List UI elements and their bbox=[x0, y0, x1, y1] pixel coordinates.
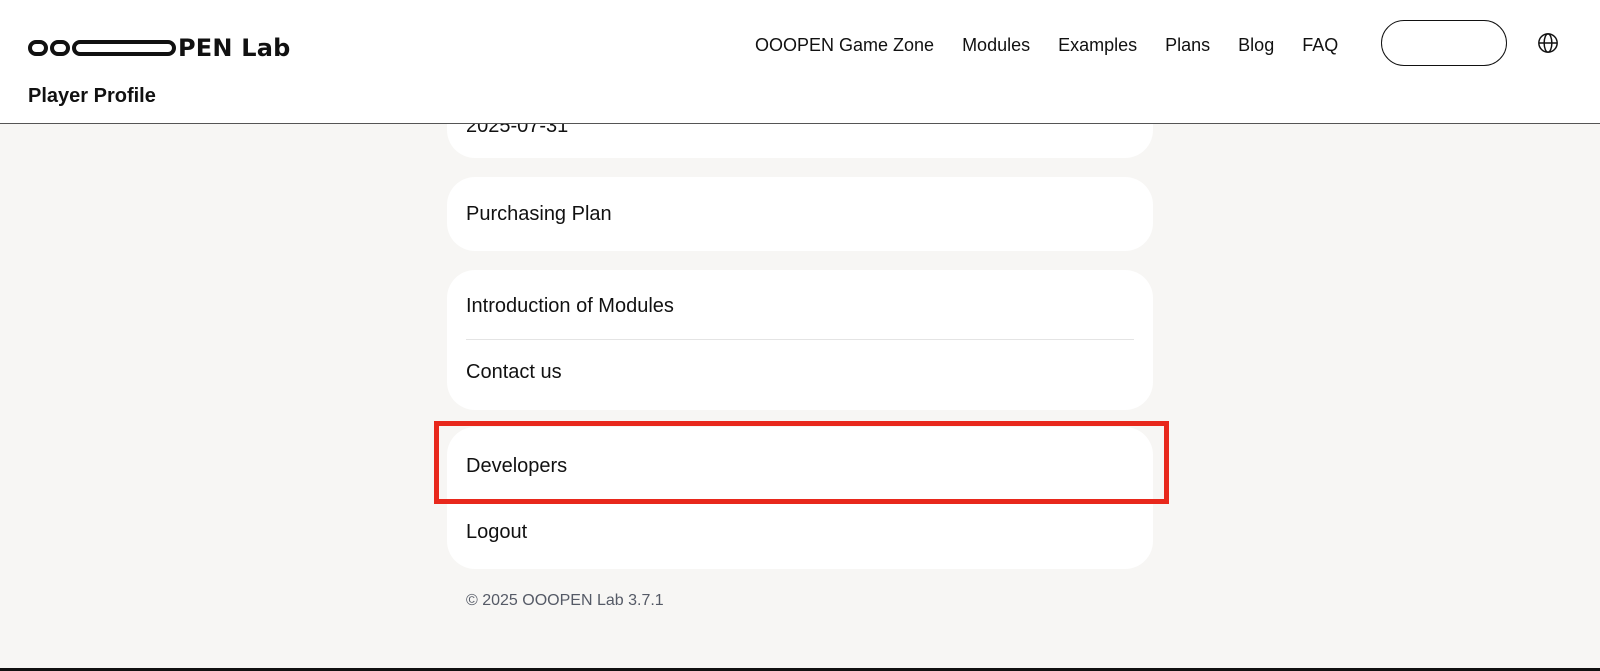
nav-blog[interactable]: Blog bbox=[1238, 33, 1274, 57]
nav-faq[interactable]: FAQ bbox=[1302, 33, 1338, 57]
purchasing-plan-link[interactable]: Purchasing Plan bbox=[466, 202, 612, 226]
top-header: PEN Lab Player Profile OOOPEN Game Zone … bbox=[0, 0, 1600, 124]
introduction-of-modules-link[interactable]: Introduction of Modules bbox=[466, 294, 674, 318]
account-card: Developers Logout bbox=[447, 427, 1153, 569]
divider bbox=[466, 339, 1134, 340]
copyright-text: © 2025 OOOPEN Lab 3.7.1 bbox=[466, 592, 664, 609]
main-nav: OOOPEN Game Zone Modules Examples Plans … bbox=[755, 33, 1366, 57]
logout-link[interactable]: Logout bbox=[466, 520, 527, 544]
nav-game-zone[interactable]: OOOPEN Game Zone bbox=[755, 33, 934, 57]
nav-examples[interactable]: Examples bbox=[1058, 33, 1137, 57]
logo-pill-mark bbox=[72, 40, 176, 56]
plan-card[interactable]: Purchasing Plan bbox=[447, 177, 1153, 251]
nav-modules[interactable]: Modules bbox=[962, 33, 1030, 57]
contact-us-link[interactable]: Contact us bbox=[466, 360, 562, 384]
logo-text: PEN Lab bbox=[178, 34, 291, 62]
logo-o-mark bbox=[28, 40, 48, 56]
account-button[interactable] bbox=[1381, 20, 1507, 66]
developers-link[interactable]: Developers bbox=[466, 454, 567, 478]
globe-icon[interactable] bbox=[1537, 32, 1559, 54]
page-title: Player Profile bbox=[28, 85, 156, 107]
info-card: Introduction of Modules Contact us bbox=[447, 270, 1153, 410]
logo-o-mark bbox=[50, 40, 70, 56]
nav-plans[interactable]: Plans bbox=[1165, 33, 1210, 57]
brand-logo[interactable]: PEN Lab bbox=[28, 36, 291, 60]
